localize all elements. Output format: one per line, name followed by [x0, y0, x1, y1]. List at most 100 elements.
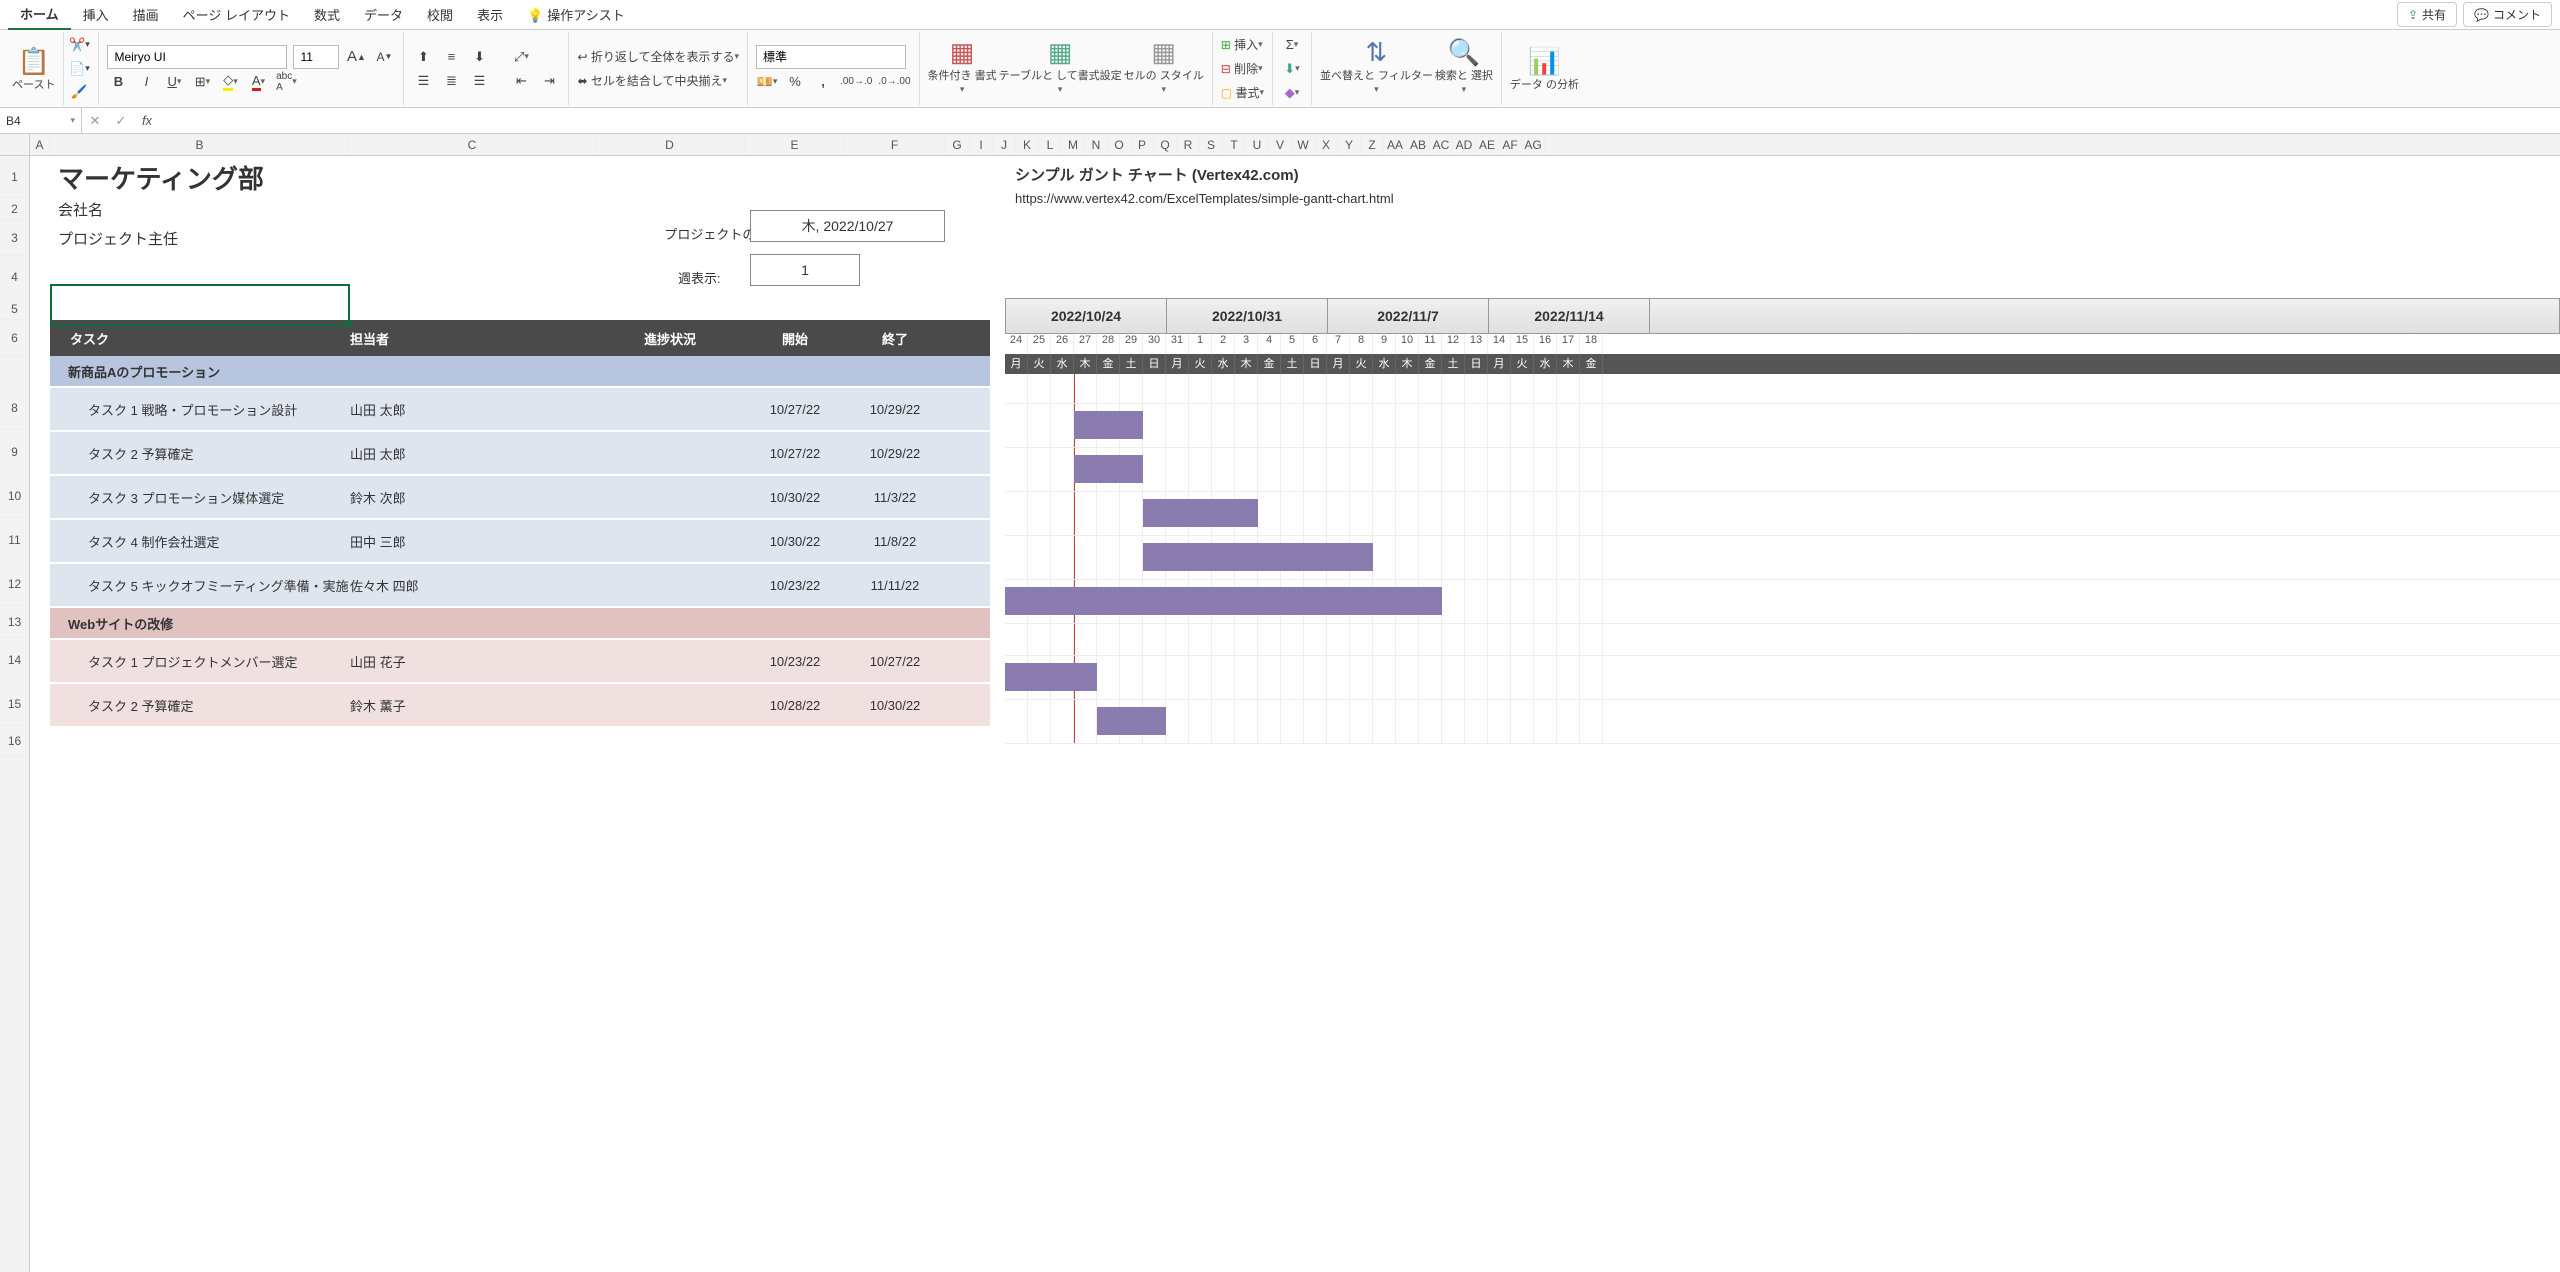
column-header[interactable]: R [1177, 134, 1200, 155]
column-header[interactable]: T [1223, 134, 1246, 155]
paste-button[interactable]: 📋 ペースト [12, 37, 55, 101]
row-header[interactable]: 8 [0, 386, 29, 430]
cancel-formula-button[interactable]: ✕ [82, 113, 108, 129]
bold-button[interactable]: B [107, 71, 129, 93]
tab-data[interactable]: データ [352, 0, 415, 29]
gantt-bar[interactable] [1074, 411, 1143, 439]
comma-button[interactable]: , [812, 71, 834, 93]
copy-button[interactable]: 📄▾ [68, 58, 90, 80]
row-header[interactable]: 6 [0, 320, 29, 356]
task-row[interactable]: タスク 3 プロモーション媒体選定鈴木 次郎10/30/2211/3/22 [50, 476, 990, 518]
column-header[interactable]: I [970, 134, 993, 155]
column-header[interactable]: K [1016, 134, 1039, 155]
underline-button[interactable]: U [163, 71, 185, 93]
align-bottom-button[interactable]: ⬇ [468, 46, 490, 68]
align-middle-button[interactable]: ≡ [440, 46, 462, 68]
row-header[interactable]: 12 [0, 562, 29, 606]
column-header[interactable]: M [1062, 134, 1085, 155]
column-header[interactable]: X [1315, 134, 1338, 155]
column-header[interactable]: D [595, 134, 745, 155]
increase-decimal-button[interactable]: .00→.0 [840, 71, 872, 93]
increase-indent-button[interactable]: ⇥ [538, 70, 560, 92]
column-header[interactable]: J [993, 134, 1016, 155]
fill-color-button[interactable]: ◇ [219, 71, 241, 93]
decrease-decimal-button[interactable]: .0→.00 [878, 71, 910, 93]
tab-formulas[interactable]: 数式 [302, 0, 352, 29]
find-select-button[interactable]: 🔍検索と 選択 [1435, 34, 1493, 98]
column-header[interactable]: E [745, 134, 845, 155]
column-header[interactable]: A [30, 134, 50, 155]
column-header[interactable]: O [1108, 134, 1131, 155]
wrap-text-button[interactable]: ↩ 折り返して全体を表示する [577, 46, 739, 68]
font-size-dropdown[interactable] [293, 45, 339, 69]
accept-formula-button[interactable]: ✓ [108, 113, 134, 129]
tab-view[interactable]: 表示 [465, 0, 515, 29]
category-row[interactable]: 新商品Aのプロモーション [50, 356, 990, 386]
fx-button[interactable]: fx [134, 113, 160, 128]
column-header[interactable]: G [945, 134, 970, 155]
row-header[interactable]: 13 [0, 606, 29, 638]
tab-page-layout[interactable]: ページ レイアウト [171, 0, 302, 29]
cell-styles-button[interactable]: ▦セルの スタイル [1124, 34, 1204, 98]
row-header[interactable]: 5 [0, 298, 29, 320]
number-format-dropdown[interactable] [756, 45, 906, 69]
select-all-corner[interactable] [0, 134, 29, 156]
share-button[interactable]: ⇪共有 [2397, 2, 2457, 27]
increase-font-button[interactable]: A▲ [345, 46, 367, 68]
format-cells-button[interactable]: ▢ 書式 [1221, 82, 1264, 104]
formula-input[interactable] [160, 108, 2560, 133]
comment-button[interactable]: 💬コメント [2463, 2, 2552, 27]
row-header[interactable]: 3 [0, 220, 29, 256]
analyze-data-button[interactable]: 📊データ の分析 [1510, 37, 1579, 101]
column-header[interactable]: N [1085, 134, 1108, 155]
tab-insert[interactable]: 挿入 [71, 0, 121, 29]
row-header[interactable]: 14 [0, 638, 29, 682]
fill-button[interactable]: ⬇ [1281, 58, 1303, 80]
column-header[interactable]: B [50, 134, 350, 155]
task-row[interactable]: タスク 4 制作会社選定田中 三郎10/30/2211/8/22 [50, 520, 990, 562]
orientation-button[interactable]: ⤢ [510, 46, 532, 68]
task-row[interactable]: タスク 2 予算確定鈴木 薫子10/28/2210/30/22 [50, 684, 990, 726]
task-row[interactable]: タスク 1 戦略・プロモーション設計山田 太郎10/27/2210/29/22 [50, 388, 990, 430]
column-header[interactable]: Q [1154, 134, 1177, 155]
autosum-button[interactable]: Σ [1281, 34, 1303, 56]
percent-button[interactable]: % [784, 71, 806, 93]
column-header[interactable]: F [845, 134, 945, 155]
proj-start-date[interactable]: 木, 2022/10/27 [750, 210, 945, 242]
gantt-bar[interactable] [1143, 499, 1258, 527]
sort-filter-button[interactable]: ⇅並べ替えと フィルター [1320, 34, 1433, 98]
column-header[interactable]: C [350, 134, 595, 155]
conditional-format-button[interactable]: ▦条件付き 書式 [928, 34, 997, 98]
tab-home[interactable]: ホーム [8, 0, 71, 30]
task-row[interactable]: タスク 5 キックオフミーティング準備・実施佐々木 四郎10/23/2211/1… [50, 564, 990, 606]
format-painter-button[interactable]: 🖌️ [68, 81, 90, 103]
column-header[interactable]: V [1269, 134, 1292, 155]
column-header[interactable]: W [1292, 134, 1315, 155]
name-box[interactable]: B4▾ [0, 108, 82, 133]
tab-draw[interactable]: 描画 [121, 0, 171, 29]
column-header[interactable]: AG [1522, 134, 1545, 155]
gantt-bar[interactable] [1143, 543, 1373, 571]
phonetic-button[interactable]: abcA [275, 71, 297, 93]
row-header[interactable]: 4 [0, 256, 29, 298]
column-header[interactable]: Z [1361, 134, 1384, 155]
week-display[interactable]: 1 [750, 254, 860, 286]
align-center-button[interactable]: ≣ [440, 70, 462, 92]
row-header[interactable]: 9 [0, 430, 29, 474]
column-header[interactable]: AF [1499, 134, 1522, 155]
column-header[interactable]: AC [1430, 134, 1453, 155]
border-button[interactable]: ⊞ [191, 71, 213, 93]
format-table-button[interactable]: ▦テーブルと して書式設定 [999, 34, 1122, 98]
column-header[interactable]: AE [1476, 134, 1499, 155]
clear-button[interactable]: ◆ [1281, 82, 1303, 104]
task-row[interactable]: タスク 2 予算確定山田 太郎10/27/2210/29/22 [50, 432, 990, 474]
align-top-button[interactable]: ⬆ [412, 46, 434, 68]
row-header[interactable]: 11 [0, 518, 29, 562]
column-header[interactable]: S [1200, 134, 1223, 155]
merge-center-button[interactable]: ⬌ セルを結合して中央揃え [577, 70, 727, 92]
column-header[interactable]: P [1131, 134, 1154, 155]
font-name-dropdown[interactable] [107, 45, 287, 69]
currency-button[interactable]: 💴 [756, 71, 778, 93]
gantt-bar[interactable] [1005, 587, 1442, 615]
task-row[interactable]: タスク 1 プロジェクトメンバー選定山田 花子10/23/2210/27/22 [50, 640, 990, 682]
